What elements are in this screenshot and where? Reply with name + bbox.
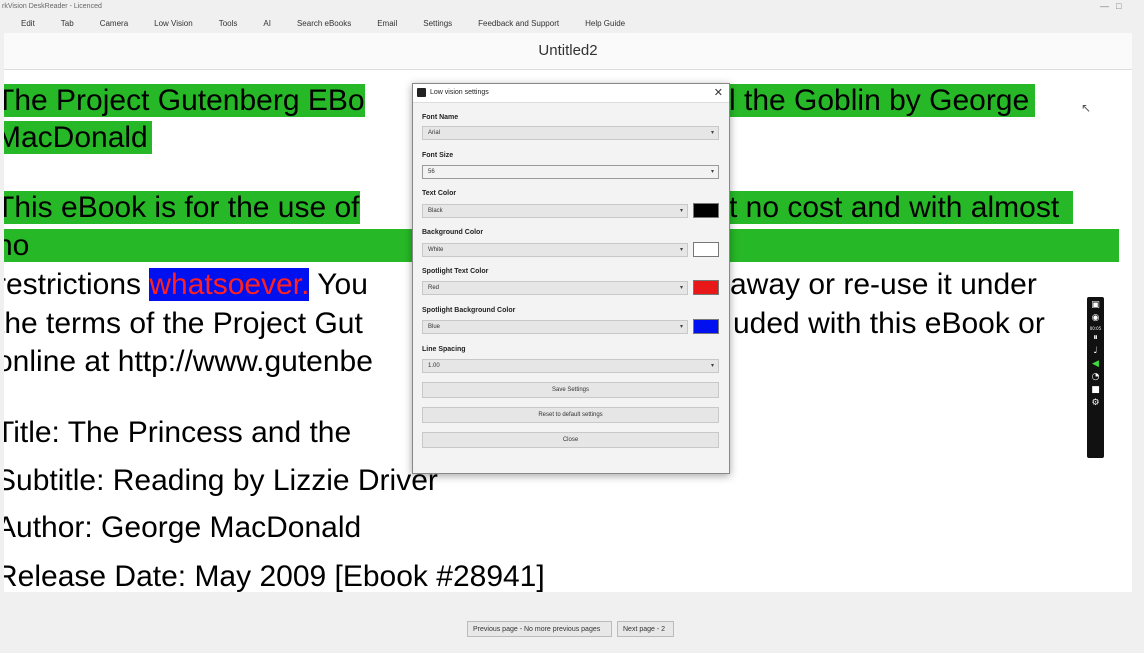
menu-help-guide[interactable]: Help Guide [572, 19, 638, 28]
save-settings-button[interactable]: Save Settings [422, 382, 719, 398]
next-page-button[interactable]: Next page - 2 [617, 621, 674, 637]
chevron-down-icon: ▾ [679, 324, 683, 330]
background-color-swatch[interactable] [693, 242, 719, 257]
close-icon[interactable]: ✕ [714, 86, 723, 99]
text-line-8: Title: The Princess and the [4, 416, 352, 449]
text-line-3: This eBook is for the use of [4, 190, 360, 226]
background-color-value: White [428, 247, 444, 253]
line-spacing-label: Line Spacing [422, 346, 466, 353]
window-title: rkVision DeskReader - Licenced [2, 3, 102, 10]
reset-defaults-button[interactable]: Reset to default settings [422, 407, 719, 423]
text-line-1: The Project Gutenberg EBo [4, 83, 365, 119]
highlighted-text: MacDonald [4, 121, 152, 154]
chevron-down-icon: ▾ [710, 363, 714, 369]
low-vision-settings-dialog: Low vision settings ✕ Font Name Arial ▾ … [412, 83, 730, 474]
mouse-cursor-icon: ↖ [1081, 101, 1092, 115]
document-title: Untitled2 [4, 33, 1132, 70]
menu-camera[interactable]: Camera [87, 19, 141, 28]
highlighted-text: The Project Gutenberg EBo [4, 84, 365, 117]
gear-icon[interactable]: ⚙ [1090, 398, 1101, 409]
restore-button[interactable]: □ [1116, 1, 1121, 11]
text-color-value: Black [428, 208, 443, 214]
menu-tools[interactable]: Tools [206, 19, 251, 28]
text-line-6b: uded with this eBook or [733, 307, 1045, 340]
font-name-select[interactable]: Arial ▾ [422, 126, 719, 140]
body-text: restrictions [4, 268, 150, 301]
menu-email[interactable]: Email [364, 19, 410, 28]
highlighted-text: This eBook is for the use of [4, 191, 360, 224]
chevron-down-icon: ▾ [679, 247, 683, 253]
menu-ai[interactable]: AI [250, 19, 284, 28]
dialog-header: Low vision settings ✕ [413, 84, 729, 103]
text-color-select[interactable]: Black ▾ [422, 204, 688, 218]
background-color-select[interactable]: White ▾ [422, 243, 688, 257]
previous-page-button[interactable]: Previous page - No more previous pages [467, 621, 612, 637]
text-line-1b: l the Goblin by George [729, 83, 1036, 119]
spotlight-bg-color-select[interactable]: Blue ▾ [422, 320, 688, 334]
chevron-down-icon: ▾ [679, 285, 683, 291]
pagination-bar: Previous page - No more previous pages N… [0, 595, 1144, 653]
background-color-label: Background Color [422, 229, 484, 236]
spotlight-bg-color-label: Spotlight Background Color [422, 307, 516, 314]
camera-icon[interactable]: ▣ [1090, 300, 1101, 311]
text-line-11: Release Date: May 2009 [Ebook #28941] [4, 560, 545, 592]
highlighted-text: t no cost and with almost [729, 191, 1074, 224]
spotlight-text-color-swatch[interactable] [693, 280, 719, 295]
menu-low-vision[interactable]: Low Vision [141, 19, 206, 28]
spotlight-bg-color-swatch[interactable] [693, 319, 719, 334]
text-line-3b: t no cost and with almost [729, 190, 1074, 226]
recording-timer: 00:05 [1089, 326, 1102, 331]
text-line-5c: away or re-use it under [730, 268, 1037, 301]
font-size-select[interactable]: 56 ▾ [422, 165, 719, 179]
text-line-6: the terms of the Project Gut [4, 307, 363, 340]
menu-settings[interactable]: Settings [410, 19, 465, 28]
spotlight-text-color-value: Red [428, 285, 440, 291]
app-icon [417, 88, 426, 97]
text-color-swatch[interactable] [693, 203, 719, 218]
text-line-2: MacDonald [4, 120, 152, 156]
close-button[interactable]: Close [422, 432, 719, 448]
chevron-down-icon: ▾ [710, 169, 714, 175]
menu-tab[interactable]: Tab [48, 19, 87, 28]
dialog-title: Low vision settings [430, 89, 489, 96]
text-line-5: restrictions whatsoever. You [4, 267, 368, 303]
pause-icon[interactable]: ⏸ [1090, 333, 1101, 344]
microphone-icon[interactable]: ♩ [1090, 346, 1101, 357]
record-icon[interactable]: ◉ [1090, 313, 1101, 324]
font-name-value: Arial [428, 130, 441, 136]
spotlight-word: whatsoever. [149, 268, 310, 301]
floating-toolbar: ▣ ◉ 00:05 ⏸ ♩ ◀ ◔ ■ ⚙ [1087, 297, 1104, 458]
menu-search-ebooks[interactable]: Search eBooks [284, 19, 364, 28]
text-line-9: Subtitle: Reading by Lizzie Driver [4, 464, 438, 497]
menu-edit[interactable]: Edit [0, 19, 48, 28]
chevron-down-icon: ▾ [679, 208, 683, 214]
spotlight-text-color-select[interactable]: Red ▾ [422, 281, 688, 295]
minimize-button[interactable]: — [1100, 1, 1109, 11]
line-spacing-select[interactable]: 1.00 ▾ [422, 359, 719, 373]
spotlight-text-color-label: Spotlight Text Color [422, 268, 489, 275]
text-line-10: Author: George MacDonald [4, 511, 362, 544]
highlighted-text: l the Goblin by George [729, 84, 1036, 117]
font-size-value: 56 [428, 169, 435, 175]
screens-icon[interactable]: ■ [1090, 385, 1101, 396]
speaker-icon[interactable]: ◀ [1090, 359, 1101, 370]
title-bar: rkVision DeskReader - Licenced — □ [0, 0, 1144, 16]
line-spacing-value: 1.00 [428, 363, 440, 369]
text-color-label: Text Color [422, 190, 457, 197]
spotlight-bg-color-value: Blue [428, 324, 441, 330]
font-size-label: Font Size [422, 152, 454, 159]
gauge-icon[interactable]: ◔ [1090, 372, 1101, 383]
body-text: You [309, 268, 368, 301]
menu-feedback-support[interactable]: Feedback and Support [465, 19, 572, 28]
text-line-7: online at http://www.gutenbe [4, 345, 373, 378]
chevron-down-icon: ▾ [710, 130, 714, 136]
font-name-label: Font Name [422, 114, 459, 121]
menu-bar: Edit Tab Camera Low Vision Tools AI Sear… [0, 15, 1144, 31]
